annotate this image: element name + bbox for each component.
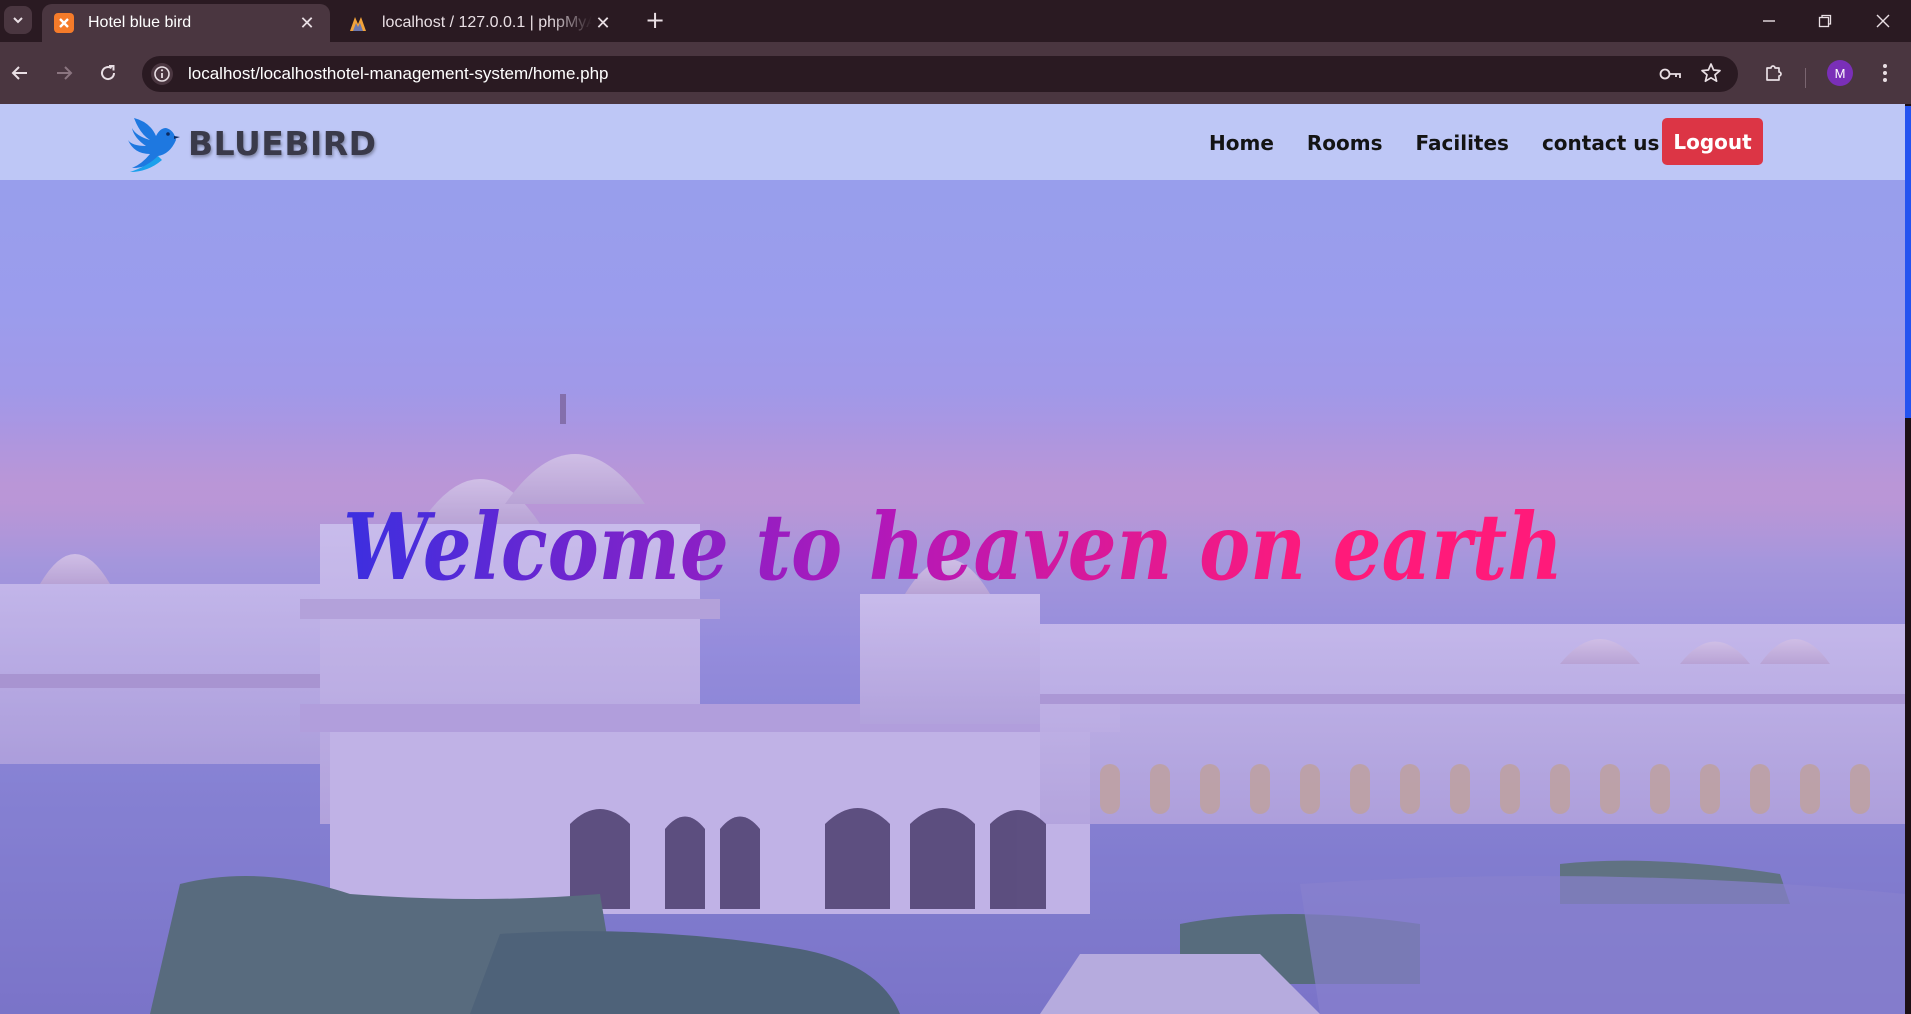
close-window-button[interactable] [1860, 6, 1906, 36]
tab-hotel-blue-bird[interactable]: Hotel blue bird ✕ [42, 4, 330, 42]
reload-icon [101, 65, 116, 81]
brand-logo[interactable]: BLUEBIRD [124, 110, 377, 176]
toolbar-divider [1805, 68, 1806, 88]
tab-phpmyadmin[interactable]: localhost / 127.0.0.1 | phpMyAdmin ✕ [336, 4, 626, 42]
page-viewport: BLUEBIRD Home Rooms Facilites contact us… [0, 104, 1905, 1014]
browser-tab-bar: Hotel blue bird ✕ localhost / 127.0.0.1 … [0, 0, 1911, 42]
brand-name: BLUEBIRD [188, 123, 377, 163]
main-navigation: Home Rooms Facilites contact us [1200, 126, 1659, 160]
logout-button[interactable]: Logout [1662, 118, 1763, 165]
phpmyadmin-icon [348, 13, 368, 33]
close-icon[interactable]: ✕ [296, 12, 318, 34]
tab-title: Hotel blue bird [88, 14, 192, 31]
nav-link-facilities[interactable]: Facilites [1416, 131, 1509, 155]
url-text[interactable]: localhost/localhosthotel-management-syst… [188, 64, 609, 84]
tab-title: localhost / 127.0.0.1 | phpMyAdmin [382, 14, 592, 31]
address-bar[interactable]: localhost/localhosthotel-management-syst… [142, 56, 1738, 92]
back-button[interactable] [6, 59, 34, 87]
restore-icon [1818, 14, 1832, 28]
bookmark-star-icon[interactable] [1700, 62, 1722, 84]
chevron-down-icon [13, 17, 23, 24]
profile-avatar[interactable]: M [1827, 60, 1853, 86]
password-key-icon[interactable] [1658, 64, 1682, 84]
xampp-icon [54, 13, 74, 33]
forward-button[interactable] [50, 59, 78, 87]
restore-button[interactable] [1802, 6, 1848, 36]
info-icon[interactable] [150, 62, 174, 86]
hero-headline: Welcome to heaven on earth [0, 484, 1905, 604]
scrollbar-thumb[interactable] [1905, 106, 1911, 418]
puzzle-icon [1766, 65, 1782, 81]
browser-toolbar: localhost/localhosthotel-management-syst… [0, 42, 1911, 104]
extensions-button[interactable] [1760, 58, 1788, 86]
new-tab-button[interactable]: + [642, 8, 668, 34]
bluebird-icon [128, 118, 180, 172]
minimize-icon [1763, 20, 1775, 22]
minimize-button[interactable] [1746, 6, 1792, 36]
page-scrollbar[interactable] [1905, 104, 1911, 1014]
arrow-right-icon [57, 66, 73, 80]
tab-search-button[interactable] [4, 6, 32, 34]
hero-headline-text: Welcome to heaven on earth [343, 493, 1563, 601]
nav-link-rooms[interactable]: Rooms [1307, 131, 1383, 155]
more-vertical-icon [1883, 64, 1887, 82]
arrow-left-icon [11, 66, 27, 80]
browser-menu-button[interactable] [1872, 60, 1898, 86]
nav-link-contact[interactable]: contact us [1542, 131, 1659, 155]
nav-link-home[interactable]: Home [1209, 131, 1274, 155]
close-icon [1876, 14, 1890, 28]
close-icon[interactable]: ✕ [592, 12, 614, 34]
reload-button[interactable] [94, 59, 122, 87]
site-navbar: BLUEBIRD Home Rooms Facilites contact us… [0, 104, 1905, 180]
